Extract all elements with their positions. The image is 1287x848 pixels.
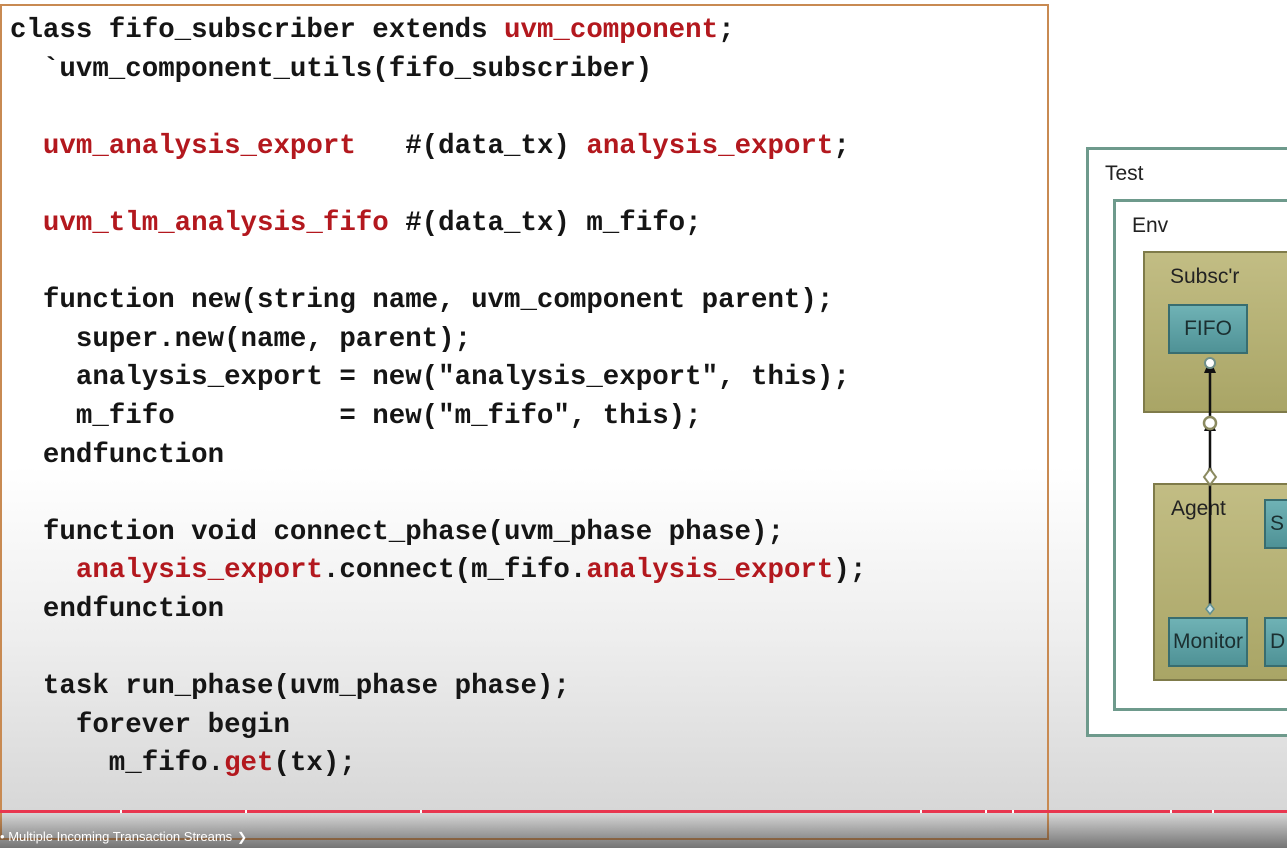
code-text: `uvm_component_utils(fifo_subscriber) — [10, 53, 653, 85]
architecture-diagram: Test Env Subsc'r FIFO Agent S Monitor D — [1086, 147, 1287, 747]
monitor-analysis-port — [1205, 602, 1215, 616]
chapter-title: Multiple Incoming Transaction Streams — [8, 829, 233, 844]
code-text: m_fifo. — [10, 748, 225, 780]
chapter-title-button[interactable]: • Multiple Incoming Transaction Streams ❯ — [0, 829, 247, 844]
code-text: (tx); — [273, 748, 356, 780]
chevron-right-icon: ❯ — [237, 830, 248, 844]
code-text: function void connect_phase(uvm_phase ph… — [10, 516, 784, 548]
fifo-export-port — [1204, 357, 1216, 369]
code-line: analysis_export.connect(m_fifo.analysis_… — [10, 552, 866, 591]
code-text: ; — [833, 130, 850, 162]
code-text: class fifo_subscriber extends — [10, 15, 505, 46]
code-line: task run_phase(uvm_phase phase); — [10, 668, 866, 707]
connection-arrows — [1202, 357, 1218, 616]
code-text: analysis_export = new("analysis_export",… — [10, 362, 850, 394]
code-line: `uvm_component_utils(fifo_subscriber) — [10, 51, 866, 90]
code-line: m_fifo.get(tx); — [10, 745, 866, 784]
code-line: m_fifo = new("m_fifo", this); — [10, 398, 866, 437]
code-text: forever begin — [10, 709, 290, 741]
code-line: uvm_tlm_analysis_fifo #(data_tx) m_fifo; — [10, 205, 866, 244]
code-line: endfunction — [10, 591, 866, 630]
code-text: m_fifo = new("m_fifo", this); — [10, 400, 702, 432]
code-text: super.new(name, parent); — [10, 323, 472, 355]
code-line: function new(string name, uvm_component … — [10, 282, 866, 321]
code-keyword: analysis_export — [75, 555, 323, 587]
code-line: class fifo_subscriber extends uvm_compon… — [10, 12, 866, 51]
code-text: #(data_tx) — [355, 130, 587, 162]
chapter-bullet: • — [0, 829, 5, 844]
code-line: function void connect_phase(uvm_phase ph… — [10, 514, 866, 553]
code-text: endfunction — [10, 593, 225, 625]
code-line: endfunction — [10, 437, 866, 476]
code-keyword: get — [224, 748, 274, 780]
code-text: endfunction — [10, 439, 225, 471]
code-keyword: uvm_tlm_analysis_fifo — [42, 207, 389, 239]
code-text: .connect(m_fifo. — [322, 555, 587, 587]
code-text: ); — [833, 555, 867, 587]
subscriber-export-port — [1202, 415, 1218, 431]
code-text: #(data_tx) m_fifo; — [388, 207, 702, 239]
code-line: super.new(name, parent); — [10, 321, 866, 360]
code-text: ; — [718, 15, 735, 46]
code-keyword: analysis_export — [586, 555, 834, 587]
code-line: uvm_analysis_export #(data_tx) analysis_… — [10, 128, 866, 167]
code-line: analysis_export = new("analysis_export",… — [10, 359, 866, 398]
code-keyword: uvm_analysis_export — [42, 130, 356, 162]
agent-analysis-port — [1202, 467, 1218, 487]
code-listing: class fifo_subscriber extends uvm_compon… — [10, 12, 866, 784]
code-line: forever begin — [10, 707, 866, 746]
code-text: task run_phase(uvm_phase phase); — [10, 671, 570, 703]
code-text: function new(string name, uvm_component … — [10, 285, 834, 317]
code-keyword: uvm_component — [504, 15, 719, 46]
code-keyword: analysis_export — [586, 130, 834, 162]
